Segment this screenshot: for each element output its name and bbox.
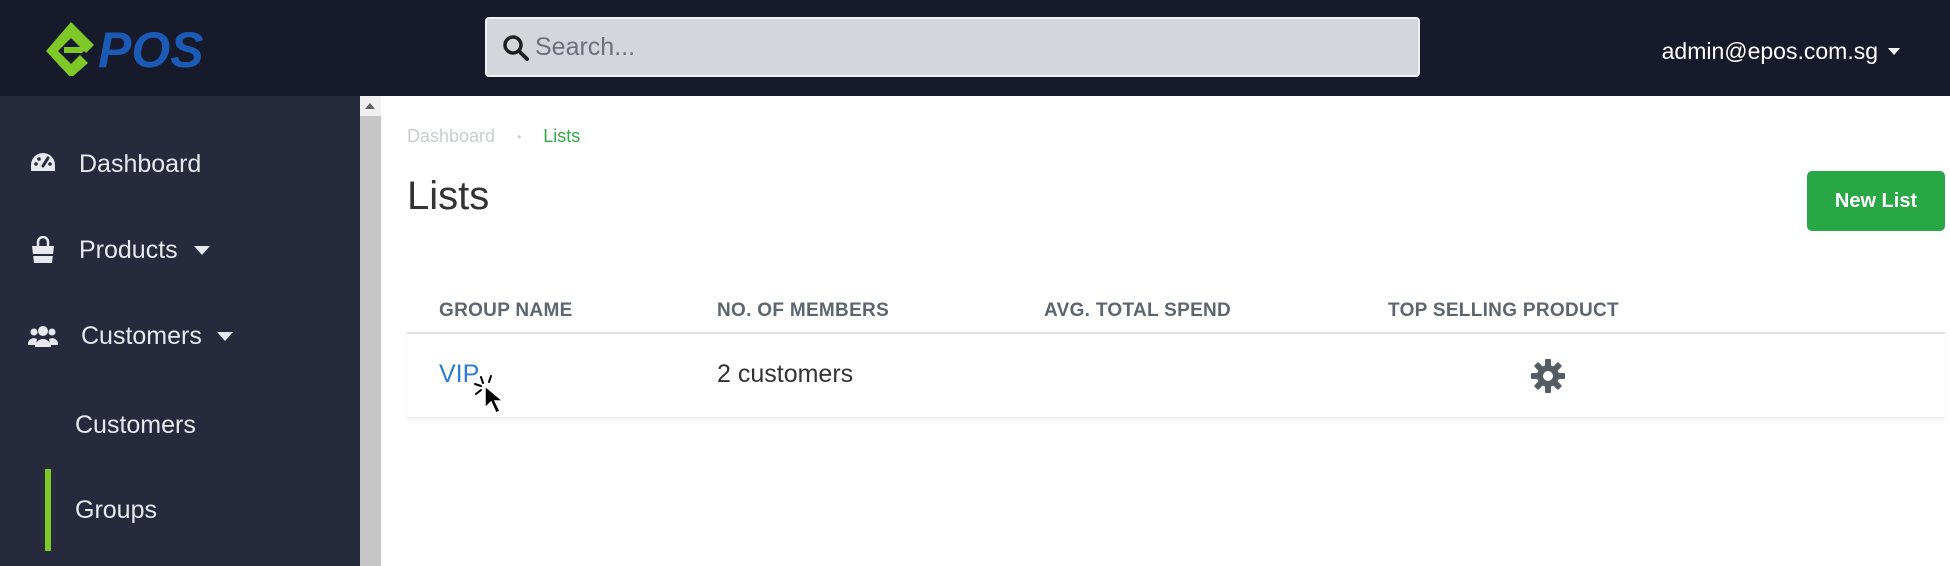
sidebar: Dashboard Products Customers Customers G… [0,96,360,566]
gear-icon[interactable] [1530,358,1566,394]
breadcrumb: Dashboard • Lists [407,126,580,147]
user-email: admin@epos.com.sg [1661,37,1878,64]
search-box[interactable] [485,17,1420,77]
column-header-avg-spend[interactable]: AVG. TOTAL SPEND [1044,300,1231,322]
top-bar: POS admin@epos.com.sg [0,0,1950,96]
tachometer-icon [28,149,58,179]
chevron-down-icon [194,245,210,255]
members-count: 2 customers [717,360,854,388]
chevron-down-icon [217,331,233,341]
new-list-button[interactable]: New List [1807,171,1945,231]
shopping-bag-icon [28,235,58,265]
sidebar-subitem-label: Groups [75,495,157,524]
sidebar-subitem-label: Customers [75,410,196,439]
column-header-group-name[interactable]: GROUP NAME [439,300,573,322]
page-title: Lists [407,174,490,218]
sidebar-item-products[interactable]: Products [0,220,360,280]
scrollbar-thumb[interactable] [360,116,381,566]
column-header-top-product[interactable]: TOP SELLING PRODUCT [1388,300,1619,322]
table-row: VIP 2 customers [407,334,1945,418]
column-header-members[interactable]: NO. OF MEMBERS [717,300,889,322]
main-content: Dashboard • Lists Lists New List GROUP N… [381,96,1950,566]
sidebar-item-dashboard[interactable]: Dashboard [0,134,360,194]
sidebar-subitem-groups[interactable]: Groups [0,480,360,540]
breadcrumb-current: Lists [543,126,581,146]
logo-text: POS [98,22,204,76]
sidebar-subitem-customers[interactable]: Customers [0,395,360,455]
sidebar-item-label: Customers [81,321,202,350]
group-name-link[interactable]: VIP [439,360,479,389]
sidebar-item-label: Dashboard [79,149,202,178]
sidebar-item-label: Products [79,235,178,264]
scroll-up-arrow-icon[interactable] [360,96,381,116]
epos-logo[interactable]: POS [46,20,236,78]
breadcrumb-separator: • [517,129,522,144]
table-header: GROUP NAME NO. OF MEMBERS AVG. TOTAL SPE… [407,292,1945,334]
sidebar-scrollbar[interactable] [360,96,381,566]
groups-table: GROUP NAME NO. OF MEMBERS AVG. TOTAL SPE… [407,292,1945,418]
search-input[interactable] [535,19,1405,75]
breadcrumb-dashboard[interactable]: Dashboard [407,126,495,147]
search-icon [503,35,529,61]
users-icon [28,321,58,351]
sidebar-item-customers[interactable]: Customers [0,306,360,366]
logo-mark: POS [46,22,204,78]
user-menu[interactable]: admin@epos.com.sg [1662,36,1900,66]
chevron-down-icon [1888,47,1900,55]
